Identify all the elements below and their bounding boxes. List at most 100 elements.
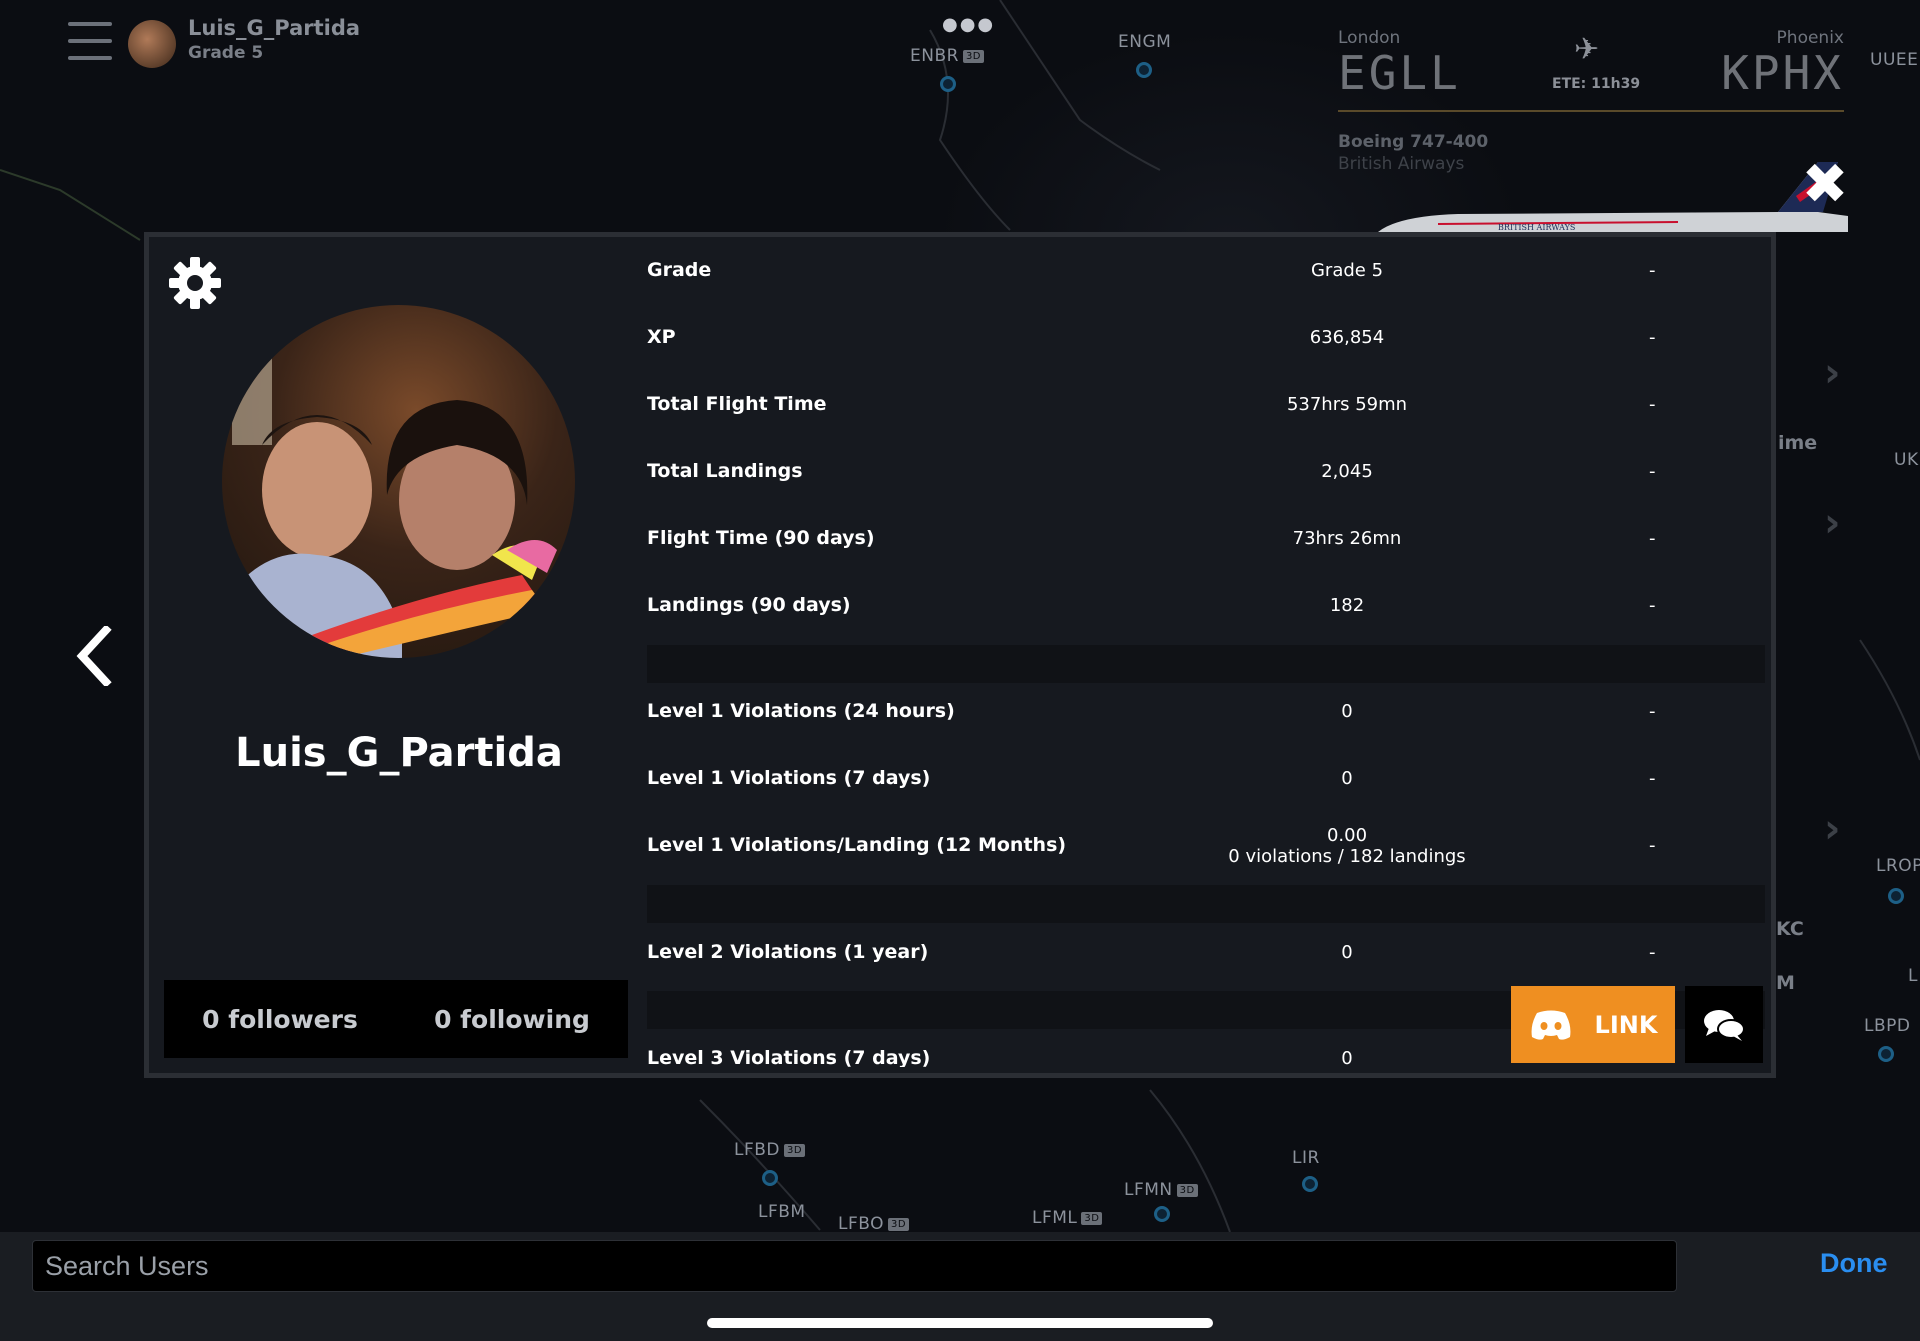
chevron-right-icon[interactable]: › (1824, 806, 1840, 852)
map-label: LFBD 3D (734, 1140, 806, 1160)
map-label: LFBO 3D (838, 1214, 910, 1234)
airport-marker[interactable] (1154, 1206, 1170, 1222)
origin-city: London (1338, 28, 1401, 48)
airport-marker[interactable] (1302, 1176, 1318, 1192)
map-label: LFBM (758, 1202, 806, 1222)
aircraft-image: BRITISH AIRWAYS (1378, 162, 1848, 232)
close-icon[interactable]: ✖ (1800, 157, 1850, 213)
map-label: UK (1894, 450, 1919, 470)
search-users-input[interactable]: Search Users (32, 1240, 1677, 1292)
current-user-info[interactable]: Luis_G_Partida Grade 5 (188, 16, 360, 63)
stat-extra: - (1649, 327, 1656, 348)
stat-value: Grade 5 (1310, 260, 1384, 281)
profile-avatar (222, 305, 575, 658)
side-panel-label: ime (1778, 432, 1818, 454)
stat-row: Level 1 Violations/Landing (12 Months) 0… (647, 812, 1765, 879)
stat-label: XP (647, 326, 676, 348)
map-label: ENBR 3D (910, 46, 984, 66)
stat-row: Level 2 Violations (1 year) 0 - (647, 919, 1765, 986)
stat-value: 0 (1341, 942, 1353, 963)
stat-value: 2,045 (1321, 461, 1373, 482)
chevron-right-icon[interactable]: › (1824, 500, 1840, 546)
stat-extra: - (1649, 394, 1656, 415)
stat-row: Landings (90 days) 182 - (647, 572, 1765, 639)
stat-label: Level 1 Violations/Landing (12 Months) (647, 834, 1067, 856)
stat-value: 182 (1329, 595, 1365, 616)
chevron-right-icon[interactable]: › (1824, 350, 1840, 396)
stat-value: 0 (1341, 1048, 1353, 1067)
ete-label: ETE: 11h39 (1552, 76, 1641, 92)
stat-row: Level 1 Violations (24 hours) 0 - (647, 678, 1765, 745)
stat-row: Total Landings 2,045 - (647, 438, 1765, 505)
map-label: LBPD (1864, 1016, 1911, 1036)
stat-value: 537hrs 59mn (1286, 394, 1408, 415)
airport-marker[interactable] (762, 1170, 778, 1186)
stat-value: 0.00 0 violations / 182 landings (1228, 824, 1466, 867)
current-user-name: Luis_G_Partida (188, 16, 361, 40)
more-options-icon[interactable]: ●●● (942, 14, 995, 35)
stat-row: Flight Time (90 days) 73hrs 26mn - (647, 505, 1765, 572)
destination-code: KPHX (1721, 46, 1844, 100)
home-indicator[interactable] (707, 1318, 1213, 1328)
map-label: LROP (1876, 856, 1920, 876)
chevron-left-icon[interactable] (74, 626, 114, 686)
current-user-grade: Grade 5 (188, 43, 264, 63)
stat-extra: - (1649, 260, 1656, 281)
flight-info-panel[interactable]: London EGLL ✈ ETE: 11h39 Phoenix KPHX Bo… (1338, 22, 1848, 242)
avatar[interactable] (128, 20, 176, 68)
stat-value: 0 (1341, 701, 1353, 722)
airport-marker[interactable] (1888, 888, 1904, 904)
map-label: LFMN 3D (1124, 1180, 1198, 1200)
route-progress-line (1338, 110, 1844, 112)
map-label: KC (1776, 918, 1804, 940)
stat-label: Flight Time (90 days) (647, 527, 875, 549)
stat-row: Level 1 Violations (7 days) 0 - (647, 745, 1765, 812)
stat-label: Landings (90 days) (647, 594, 851, 616)
stat-extra: - (1649, 835, 1656, 856)
map-label: LFML 3D (1032, 1208, 1103, 1228)
message-button[interactable] (1685, 986, 1763, 1063)
stat-label: Level 1 Violations (7 days) (647, 767, 931, 789)
stat-label: Level 2 Violations (1 year) (647, 941, 929, 963)
stat-value: 0 (1341, 768, 1353, 789)
origin-code: EGLL (1338, 46, 1461, 100)
aircraft-type: Boeing 747-400 (1338, 132, 1489, 152)
map-label: L (1908, 966, 1918, 986)
stat-label: Level 3 Violations (7 days) (647, 1047, 931, 1067)
stat-label: Level 1 Violations (24 hours) (647, 700, 955, 722)
stat-label: Total Landings (647, 460, 803, 482)
stat-extra: - (1649, 701, 1656, 722)
aircraft-livery-text: BRITISH AIRWAYS (1498, 223, 1575, 232)
section-divider (647, 885, 1765, 923)
following-count[interactable]: 0 following (434, 1005, 590, 1034)
gear-icon[interactable] (169, 257, 221, 309)
airport-marker[interactable] (940, 76, 956, 92)
menu-icon[interactable] (68, 22, 112, 60)
plane-icon: ✈ (1574, 32, 1600, 67)
stat-extra: - (1649, 461, 1656, 482)
stat-label: Total Flight Time (647, 393, 827, 415)
airport-marker[interactable] (1878, 1046, 1894, 1062)
stat-row: Total Flight Time 537hrs 59mn - (647, 371, 1765, 438)
followers-count[interactable]: 0 followers (202, 1005, 358, 1034)
stat-row: Grade Grade 5 - (647, 237, 1765, 304)
map-label: LIR (1292, 1148, 1320, 1168)
destination-city: Phoenix (1776, 28, 1844, 48)
link-button-label: LINK (1594, 1010, 1658, 1039)
stats-table[interactable]: Grade Grade 5 - XP 636,854 - Total Fligh… (647, 237, 1765, 1067)
map-label: M (1776, 972, 1795, 994)
map-label: ENGM (1118, 32, 1172, 52)
discord-icon (1531, 1010, 1570, 1040)
stat-extra: - (1649, 528, 1656, 549)
map-label: UUEE (1870, 50, 1919, 70)
stat-extra: - (1649, 768, 1656, 789)
profile-username: Luis_G_Partida (235, 730, 563, 776)
follow-stats-bar: 0 followers 0 following (164, 980, 628, 1058)
stat-row: XP 636,854 - (647, 304, 1765, 371)
stat-value: 636,854 (1309, 327, 1385, 348)
discord-link-button[interactable]: LINK (1511, 986, 1675, 1063)
airport-marker[interactable] (1136, 62, 1152, 78)
stat-extra: - (1649, 942, 1656, 963)
done-button[interactable]: Done (1820, 1248, 1888, 1279)
user-profile-modal: Luis_G_Partida 0 followers 0 following G… (144, 232, 1776, 1078)
